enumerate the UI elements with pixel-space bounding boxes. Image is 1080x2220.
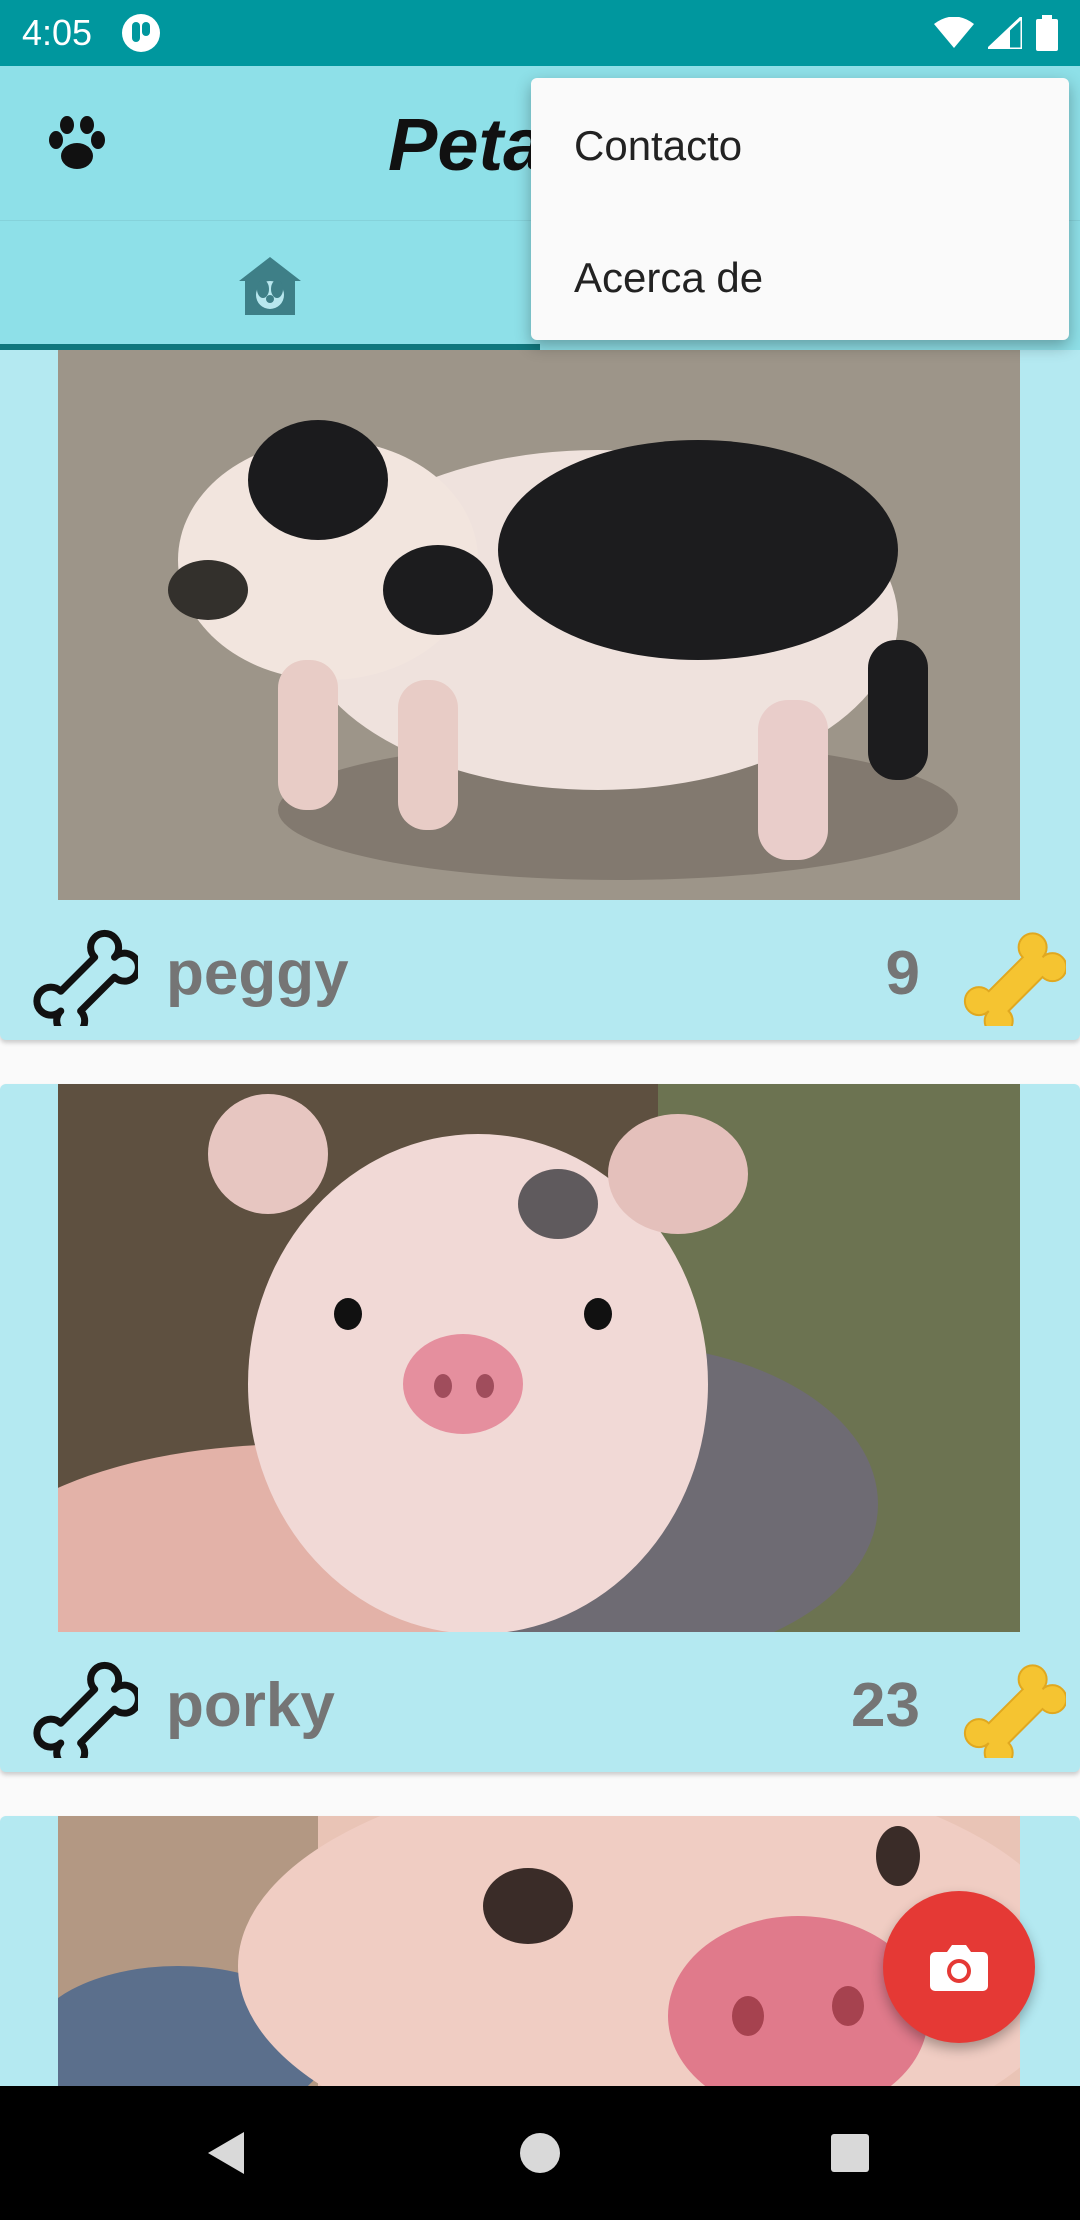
camera-icon (930, 1945, 988, 1991)
recents-icon (831, 2134, 869, 2172)
bone-outline-icon[interactable] (26, 1646, 138, 1758)
pet-name: peggy (166, 939, 349, 1008)
overflow-menu: Contacto Acerca de (531, 78, 1069, 340)
menu-item-acerca-de[interactable]: Acerca de (574, 254, 763, 302)
pet-card-footer: porky 23 (0, 1632, 1080, 1772)
pet-house-icon (239, 257, 301, 315)
nav-home-button[interactable] (480, 2086, 600, 2220)
nav-recents-button[interactable] (790, 2086, 910, 2220)
status-bar: 4:05 (0, 0, 1080, 66)
like-count: 9 (885, 939, 920, 1008)
pet-card-footer: peggy 9 (0, 900, 1080, 1040)
bone-gold-icon (963, 932, 1066, 1026)
paw-icon[interactable] (48, 116, 106, 170)
back-icon (208, 2132, 244, 2174)
pet-photo (58, 1816, 1020, 2086)
pet-card[interactable]: porky 23 (0, 1084, 1080, 1772)
menu-item-contacto[interactable]: Contacto (574, 122, 742, 170)
camera-fab[interactable] (883, 1891, 1035, 2043)
status-time: 4:05 (22, 12, 93, 53)
pet-photo (58, 1084, 1020, 1632)
bone-outline-icon[interactable] (26, 914, 138, 1026)
tab-home[interactable] (0, 221, 540, 351)
pet-list: peggy 9 porky 23 (0, 350, 1080, 2086)
battery-icon (1036, 15, 1058, 51)
status-icons (934, 15, 1058, 51)
system-nav-bar (0, 2086, 1080, 2220)
pet-photo (58, 350, 1020, 900)
app-title: Peta (388, 103, 545, 186)
home-icon (520, 2133, 560, 2173)
bone-gold-icon (963, 1664, 1066, 1758)
app-notification-icon (122, 14, 161, 52)
pet-name: porky (166, 1671, 335, 1740)
cellular-signal-icon (988, 17, 1022, 49)
wifi-icon (934, 17, 974, 48)
pet-card[interactable]: peggy 9 (0, 350, 1080, 1040)
like-count: 23 (851, 1671, 920, 1740)
nav-back-button[interactable] (166, 2086, 286, 2220)
